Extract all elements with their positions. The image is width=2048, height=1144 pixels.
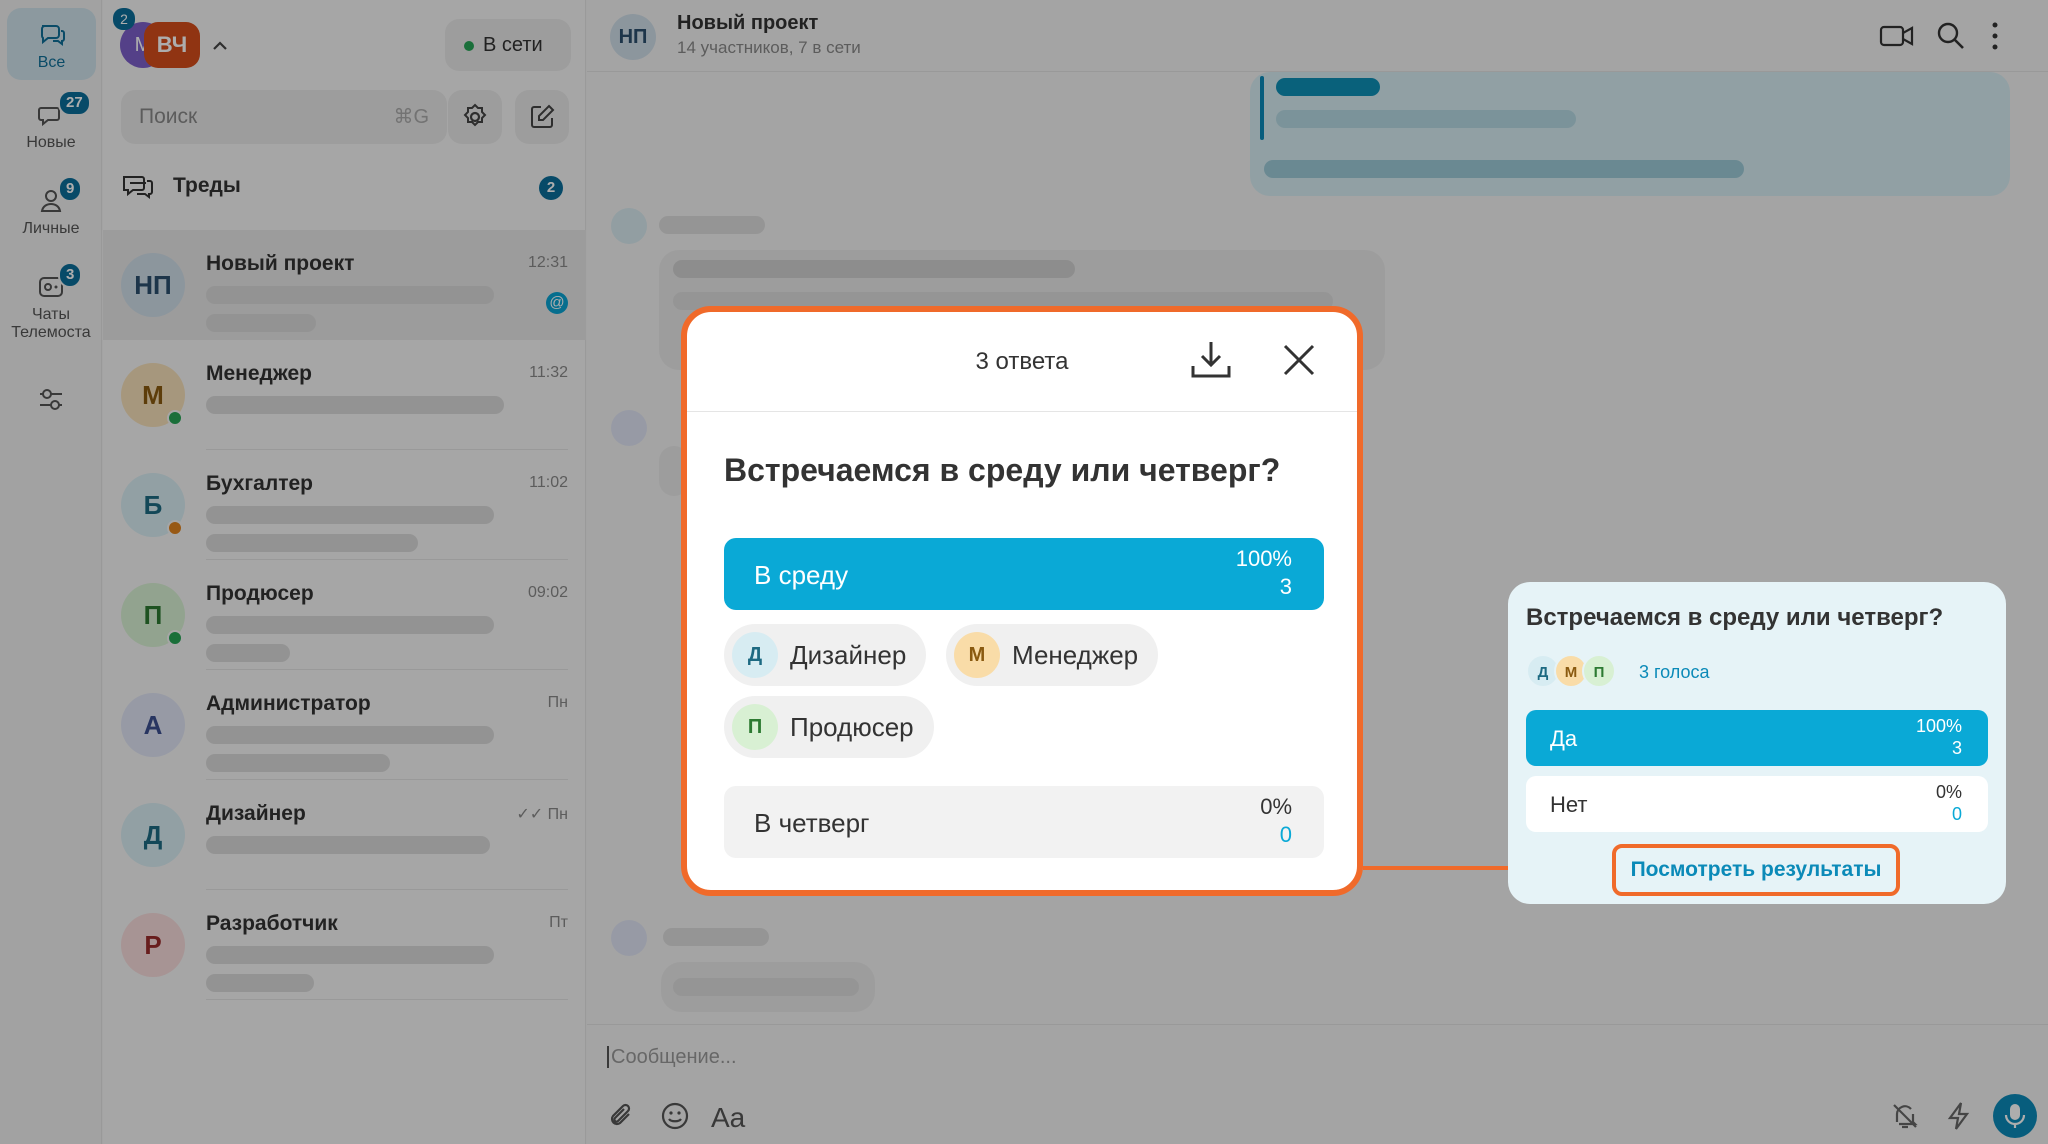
option-percent: 100% bbox=[1915, 716, 1962, 736]
option-percent: 0% bbox=[1935, 782, 1962, 802]
poll-card: Встречаемся в среду или четверг? Д М П 3… bbox=[1508, 582, 2006, 904]
avatar: Д bbox=[732, 632, 778, 678]
voter-chip[interactable]: М Менеджер bbox=[946, 624, 1159, 686]
poll-results-modal: 3 ответа Встречаемся в среду или четверг… bbox=[681, 306, 1363, 896]
option-label: Да bbox=[1550, 726, 1578, 751]
voter-name: Продюсер bbox=[790, 712, 914, 742]
votes-count[interactable]: 3 голоса bbox=[1639, 662, 1710, 683]
voter-chip[interactable]: П Продюсер bbox=[724, 696, 934, 758]
poll-option-result[interactable]: Нет 0% 0 bbox=[1526, 776, 1988, 832]
poll-option-result: В среду 100% 3 bbox=[724, 538, 1324, 610]
option-percent: 0% bbox=[1260, 794, 1292, 819]
poll-question: Встречаемся в среду или четверг? bbox=[1526, 604, 1944, 631]
view-results-button[interactable]: Посмотреть результаты bbox=[1612, 844, 1900, 896]
option-count: 0 bbox=[1279, 822, 1292, 847]
option-count: 3 bbox=[1951, 738, 1962, 758]
modal-title: 3 ответа bbox=[975, 348, 1069, 375]
option-percent: 100% bbox=[1235, 546, 1292, 571]
option-count: 3 bbox=[1279, 574, 1292, 599]
voter-chip[interactable]: Д Дизайнер bbox=[724, 624, 927, 686]
option-label: Нет bbox=[1550, 792, 1588, 817]
download-icon[interactable] bbox=[1189, 338, 1233, 382]
option-label: В четверг bbox=[754, 808, 870, 838]
option-label: В среду bbox=[754, 560, 849, 590]
voter-name: Дизайнер bbox=[790, 640, 907, 670]
voter-name: Менеджер bbox=[1012, 640, 1139, 670]
poll-option-result: В четверг 0% 0 bbox=[724, 786, 1324, 858]
avatar: П bbox=[732, 704, 778, 750]
avatar: П bbox=[1582, 654, 1616, 688]
close-icon[interactable] bbox=[1279, 340, 1319, 380]
poll-option-result[interactable]: Да 100% 3 bbox=[1526, 710, 1988, 766]
option-count: 0 bbox=[1951, 804, 1962, 824]
modal-header: 3 ответа bbox=[687, 312, 1357, 412]
avatar: М bbox=[954, 632, 1000, 678]
poll-question: Встречаемся в среду или четверг? bbox=[724, 452, 1281, 488]
